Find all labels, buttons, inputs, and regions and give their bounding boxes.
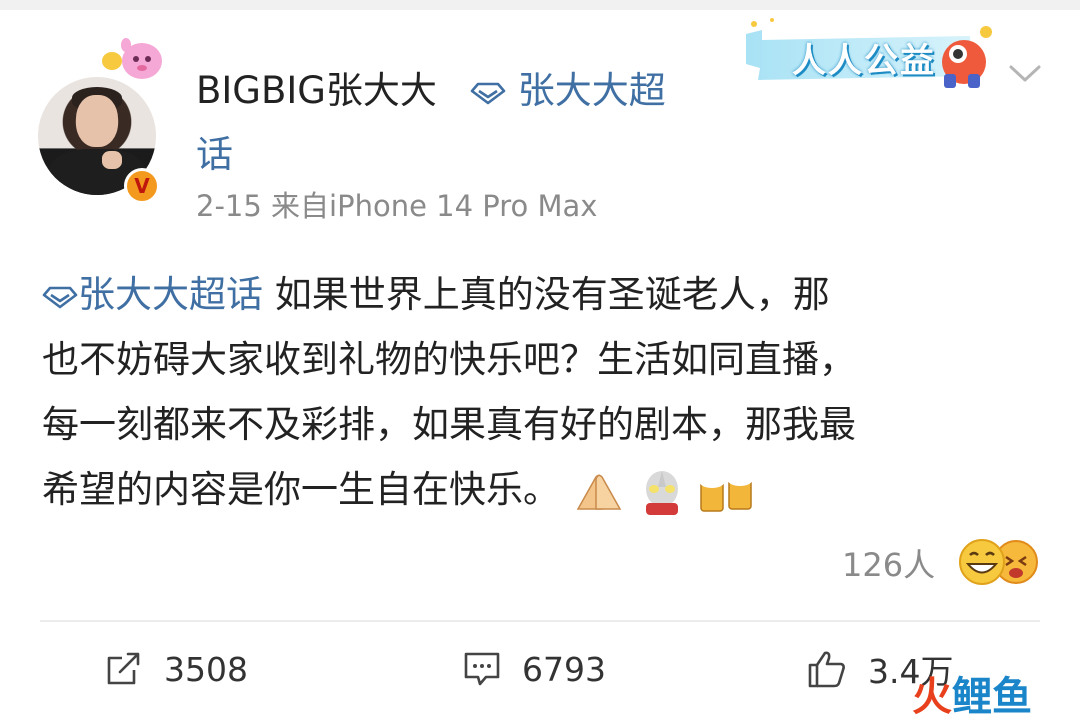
topic-hashtag-link[interactable]: 张大大超话	[42, 273, 263, 316]
post-text-line-4: 希望的内容是你一生自在快乐。	[42, 468, 560, 511]
watermark-logo: 火鲤鱼	[912, 674, 1032, 719]
diamond-icon	[470, 82, 506, 104]
username[interactable]: BIGBIG张大大	[196, 60, 437, 114]
post-text-line-3: 每一刻都来不及彩排，如果真有好的剧本，那我最	[42, 403, 856, 446]
charity-banner-label: 人人公益	[792, 41, 936, 81]
supertopic-label-cont[interactable]: 话	[196, 124, 233, 178]
repost-button[interactable]: 3508	[104, 644, 248, 694]
repost-icon	[107, 652, 140, 685]
verified-badge: V	[124, 168, 160, 204]
post-text-line-2: 也不妨碍大家收到礼物的快乐吧？生活如同直播，	[42, 338, 856, 381]
avatar-area[interactable]: V	[38, 35, 163, 204]
thumbs-up-icon	[808, 651, 845, 688]
divider	[40, 620, 1040, 622]
topic-hashtag-label: 张大大超话	[78, 273, 263, 316]
chevron-down-icon[interactable]	[1007, 60, 1043, 86]
post-body: 张大大超话 如果世界上真的没有圣诞老人，那 也不妨碍大家收到礼物的快乐吧？生活如…	[42, 262, 1052, 522]
diamond-icon	[42, 286, 78, 308]
reaction-count[interactable]: 126人	[842, 540, 935, 586]
praying-hands-emoji-icon	[576, 474, 622, 510]
post-text-line-1: 如果世界上真的没有圣诞老人，那	[263, 273, 830, 316]
status-bar-strip	[0, 0, 1080, 10]
grinning-face-emoji-icon	[959, 539, 1005, 585]
post-meta: 2-15 来自iPhone 14 Pro Max	[196, 189, 598, 223]
beer-mugs-emoji-icon	[699, 471, 754, 512]
comment-button[interactable]: 6793	[462, 644, 606, 694]
supertopic-label: 张大大超	[517, 69, 666, 112]
comment-count: 6793	[522, 649, 606, 689]
reaction-faces-icon[interactable]	[956, 537, 1042, 587]
repost-count: 3508	[164, 649, 248, 689]
mascot-icon	[942, 26, 992, 88]
supertopic-link[interactable]: 张大大超	[470, 60, 666, 114]
comment-icon	[464, 652, 500, 686]
ultraman-emoji-icon	[645, 470, 678, 515]
